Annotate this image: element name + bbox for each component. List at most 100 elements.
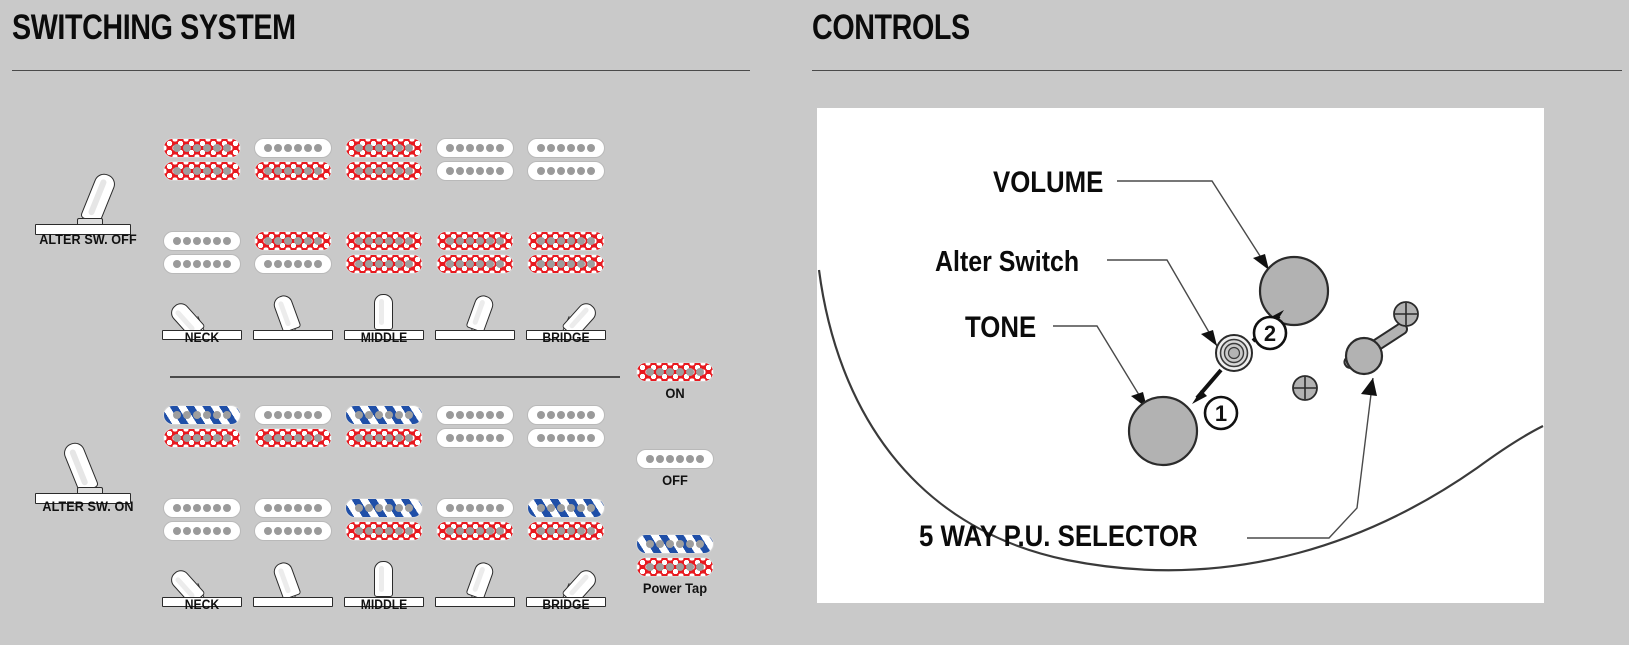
switching-system-section: SWITCHING SYSTEM ALTER SW. OFF ALTER SW.…: [0, 0, 800, 645]
pickup-coil-on: [163, 428, 241, 448]
volume-label: VOLUME: [993, 166, 1104, 199]
pickup-coil-on: [345, 254, 423, 274]
pickup-alter-sw-on-col5-lower: [527, 498, 605, 544]
switching-system-title: SWITCHING SYSTEM: [12, 8, 296, 47]
pole-pieces: [255, 429, 331, 447]
pickup-coil-on: [163, 138, 241, 158]
pickup-coil-off: [527, 161, 605, 181]
tone-knob[interactable]: [1127, 395, 1199, 467]
legend-label-off: OFF: [662, 472, 688, 488]
pickup-coil-off: [163, 498, 241, 518]
pole-pieces: [164, 429, 240, 447]
step-2-number: 2: [1264, 321, 1276, 346]
pickup-alter-sw-on-col1-upper: [163, 405, 241, 451]
pole-pieces: [437, 499, 513, 517]
pickup-coil-off: [254, 521, 332, 541]
pickup-alter-sw-off-col2-lower: [254, 231, 332, 277]
pole-pieces: [528, 406, 604, 424]
pickup-coil-on: [636, 557, 714, 577]
position-label-middle: MIDDLE: [360, 330, 408, 345]
legend-pickup-off: [636, 449, 714, 469]
selector-position-2[interactable]: [253, 288, 333, 340]
alter-sw-on-label: ALTER SW. ON: [42, 498, 134, 514]
pickup-coil-on: [163, 161, 241, 181]
pole-pieces: [437, 162, 513, 180]
pickup-alter-sw-on-col4-lower: [436, 498, 514, 544]
lever-knob: [465, 292, 496, 334]
step-1-number: 1: [1215, 401, 1227, 426]
alter-sw-off-label: ALTER SW. OFF: [39, 231, 137, 247]
pickup-coil-off: [527, 405, 605, 425]
lever-knob: [374, 294, 393, 330]
pickup-alter-sw-on-col2-upper: [254, 405, 332, 451]
position-label-bridge: BRIDGE: [542, 330, 590, 345]
pickup-alter-sw-off-col1-upper: [163, 138, 241, 184]
legend-pickup-tap: [636, 534, 714, 577]
lever-plate: [435, 330, 515, 340]
position-label-neck: NECK: [184, 330, 220, 345]
pickup-coil-off: [436, 428, 514, 448]
pickup-coil-off: [254, 138, 332, 158]
pole-pieces: [437, 406, 513, 424]
selector-arrowhead: [1361, 378, 1377, 396]
pickup-coil-off: [636, 449, 714, 469]
pole-pieces: [637, 558, 713, 576]
position-label-bridge: BRIDGE: [542, 597, 590, 612]
pole-pieces: [637, 363, 713, 381]
alter-switch-arrowhead: [1201, 330, 1217, 346]
screw-upper-icon: [1393, 301, 1419, 327]
lever-knob: [271, 292, 302, 334]
pickup-coil-tap: [345, 498, 423, 518]
pole-pieces: [164, 255, 240, 273]
pickup-alter-sw-off-col5-upper: [527, 138, 605, 184]
pickup-alter-sw-on-col4-upper: [436, 405, 514, 451]
alter-switch-label: Alter Switch: [935, 246, 1080, 278]
position-label-middle: MIDDLE: [360, 597, 408, 612]
pickup-coil-off: [163, 254, 241, 274]
pickup-coil-tap: [163, 405, 241, 425]
pickup-coil-off: [254, 254, 332, 274]
legend-item-on: ON: [630, 362, 720, 401]
legend-item-off: OFF: [630, 449, 720, 488]
pole-pieces: [528, 232, 604, 250]
pickup-coil-on: [254, 428, 332, 448]
toggle-lever: [79, 170, 118, 225]
volume-leader-line: [1117, 180, 1270, 271]
pu-selector-control[interactable]: [1343, 321, 1409, 376]
pole-pieces: [346, 499, 422, 517]
selector-position-2[interactable]: [253, 555, 333, 607]
pickup-alter-sw-on-col5-upper: [527, 405, 605, 451]
pole-pieces: [164, 499, 240, 517]
pole-pieces: [437, 429, 513, 447]
pole-pieces: [346, 429, 422, 447]
selector-position-4[interactable]: [435, 555, 515, 607]
screw-lower-icon: [1292, 375, 1318, 401]
pickup-coil-off: [436, 138, 514, 158]
pickup-alter-sw-on-col2-lower: [254, 498, 332, 544]
pole-pieces: [164, 162, 240, 180]
pole-pieces: [528, 255, 604, 273]
pole-pieces: [164, 522, 240, 540]
switching-section-divider: [170, 376, 620, 379]
pickup-coil-on: [527, 521, 605, 541]
position-label-neck: NECK: [184, 597, 220, 612]
pole-pieces: [255, 162, 331, 180]
lever-knob: [465, 559, 496, 601]
selector-position-4[interactable]: [435, 288, 515, 340]
selector-leader-line: [1247, 377, 1374, 539]
pickup-coil-off: [254, 498, 332, 518]
lever-plate: [253, 330, 333, 340]
pickup-alter-sw-on-col3-upper: [345, 405, 423, 451]
pickup-coil-off: [436, 498, 514, 518]
alter-switch-control[interactable]: [1215, 334, 1253, 372]
pickup-alter-sw-off-col5-lower: [527, 231, 605, 277]
pickup-coil-off: [436, 161, 514, 181]
volume-knob[interactable]: [1258, 255, 1330, 327]
pole-pieces: [528, 162, 604, 180]
pole-pieces: [255, 232, 331, 250]
pickup-alter-sw-on-col1-lower: [163, 498, 241, 544]
pickup-coil-on: [345, 428, 423, 448]
pickup-coil-on: [254, 161, 332, 181]
lever-knob: [374, 561, 393, 597]
pole-pieces: [346, 255, 422, 273]
